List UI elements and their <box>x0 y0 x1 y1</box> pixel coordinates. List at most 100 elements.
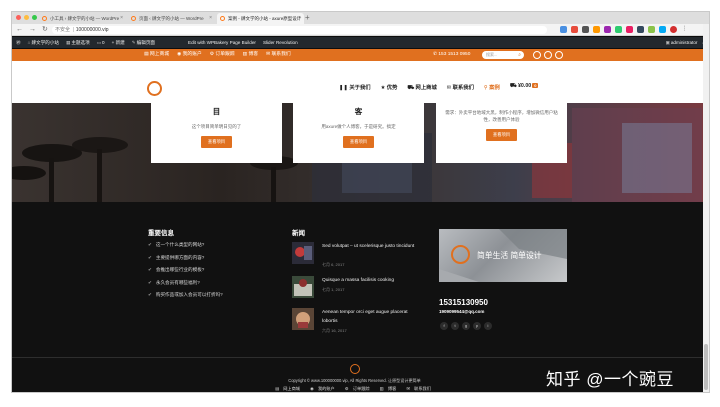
info-link[interactable]: ✔ 主要提供哪方面的内容? <box>148 255 223 268</box>
top-link-label: 博客 <box>248 52 259 57</box>
security-indicator[interactable]: 不安全 <box>55 27 70 33</box>
wechat-icon[interactable] <box>533 51 541 59</box>
view-project-button[interactable]: 查看项目 <box>200 136 233 148</box>
new-tab-button[interactable]: + <box>305 13 310 23</box>
bottom-link-contact[interactable]: ✉ 联系我们 <box>406 386 433 391</box>
bottom-link-account[interactable]: ◉ 我的账户 <box>310 386 338 391</box>
extension-icon[interactable] <box>560 26 567 33</box>
nav-item-cart[interactable]: ⛟ ¥0.00 0 <box>510 83 539 92</box>
info-link[interactable]: ✔ 购买作品或加入会员可以打折吗? <box>148 292 223 305</box>
search-icon[interactable]: ⌕ <box>518 51 521 59</box>
grid-icon: ▦ <box>65 40 71 45</box>
tab-label: 小工具 ‹ 肆文学的小站 — WordPre <box>50 16 120 21</box>
close-window-button[interactable] <box>16 15 21 20</box>
cart-icon: ⛟ <box>407 85 416 91</box>
reload-icon[interactable]: ↻ <box>42 25 48 35</box>
important-info-heading: 重要信息 <box>148 230 174 237</box>
view-project-button[interactable]: 查看项目 <box>342 136 375 148</box>
nav-item-label: 案例 <box>489 85 500 91</box>
browser-tab-widgets[interactable]: 小工具 ‹ 肆文学的小站 — WordPre × <box>39 13 126 24</box>
footer-logo[interactable] <box>350 364 360 374</box>
news-title[interactable]: Sed volutpat – ut scelerisque justo tinc… <box>322 242 422 251</box>
browser-tab-pages[interactable]: 页面 ‹ 肆文学的小站 — WordPre × <box>128 13 215 24</box>
minimize-window-button[interactable] <box>24 15 29 20</box>
top-link-orders[interactable]: ⚙ 订单跟踪 <box>210 49 235 61</box>
twitter-icon[interactable]: t <box>451 322 459 330</box>
menu-icon[interactable]: ⋮ <box>681 26 688 33</box>
nav-item-contact[interactable]: ✉ 联系我们 <box>447 83 474 92</box>
admin-user-link[interactable]: ▣administrator <box>666 37 698 48</box>
extension-icon[interactable] <box>615 26 622 33</box>
contact-phone: 15315130950 <box>439 298 488 307</box>
admin-wpbakery-link[interactable]: Edit with WPBakery Page Builder <box>188 37 256 48</box>
nav-item-advantages[interactable]: ★ 优势 <box>381 83 398 92</box>
extension-icon[interactable] <box>626 26 633 33</box>
profile-avatar[interactable] <box>670 26 677 33</box>
admin-theme-options-link[interactable]: ▦主题选项 <box>66 37 90 48</box>
important-info-list: ✔ 这一个什么类型的网站? ✔ 主要提供哪方面的内容? ✔ 会推出哪些行业的模板? ✔… <box>148 242 223 305</box>
top-search-input[interactable]: 搜索... ⌕ <box>482 51 524 59</box>
checkmark-icon: ✔ <box>148 254 152 260</box>
nav-item-cases[interactable]: ⚲ 案例 <box>484 83 500 92</box>
top-link-blog[interactable]: ▥ 博客 <box>243 49 258 61</box>
wp-logo-icon[interactable]: Ⓦ <box>16 37 21 48</box>
admin-new-link[interactable]: + 新建 <box>112 37 125 48</box>
admin-site-name: 肆文学的小站 <box>31 40 59 45</box>
page-scrollbar[interactable] <box>703 24 709 392</box>
top-link-account[interactable]: ◉ 我的账户 <box>177 49 202 61</box>
bottom-link-shop[interactable]: ▤ 网上商城 <box>275 386 303 391</box>
news-item[interactable]: Quisque a massa facilisis cooking 七月 1, … <box>292 276 432 300</box>
admin-comments-link[interactable]: ▭0 <box>97 37 105 48</box>
extension-icon[interactable] <box>637 26 644 33</box>
contact-email[interactable]: 1909099544@qq.com <box>439 309 484 314</box>
extension-icon[interactable] <box>571 26 578 33</box>
back-icon[interactable]: ← <box>16 25 23 35</box>
extension-icon[interactable] <box>604 26 611 33</box>
search-placeholder: 搜索... <box>486 52 498 57</box>
home-icon: ⌂ <box>27 40 31 45</box>
info-link[interactable]: ✔ 永久会员有哪些福利? <box>148 280 223 293</box>
view-project-button[interactable]: 查看项目 <box>485 129 518 141</box>
news-item[interactable]: Sed volutpat – ut scelerisque justo tinc… <box>292 242 432 272</box>
extension-icon[interactable] <box>593 26 600 33</box>
browser-tab-cases[interactable]: 案例 - 肆文学的小站 - axure原型设计 × <box>217 13 304 24</box>
pinterest-icon[interactable]: p <box>473 322 481 330</box>
facebook-icon[interactable]: f <box>440 322 448 330</box>
site-logo[interactable] <box>147 81 162 96</box>
extension-icon[interactable] <box>582 26 589 33</box>
maximize-window-button[interactable] <box>32 15 37 20</box>
info-link[interactable]: ✔ 会推出哪些行业的模板? <box>148 267 223 280</box>
news-heading: 新闻 <box>292 230 305 237</box>
weibo-icon[interactable] <box>544 51 552 59</box>
top-link-shop[interactable]: ▤ 网上商城 <box>144 49 169 61</box>
close-tab-icon[interactable]: × <box>209 15 212 21</box>
top-link-contact[interactable]: ✉ 联系我们 <box>266 49 291 61</box>
news-date: 七月 6, 2017 <box>322 262 345 267</box>
news-title[interactable]: Aenean tempor orci eget augue placerat l… <box>322 308 422 326</box>
bottom-link-orders[interactable]: ⚙ 订单跟踪 <box>345 386 373 391</box>
footer-social-icons: f t g p i <box>440 322 492 330</box>
extension-icon[interactable] <box>659 26 666 33</box>
scrollbar-thumb[interactable] <box>704 344 708 390</box>
promo-banner[interactable]: 简单生活 简单设计 <box>439 229 567 282</box>
nav-item-shop[interactable]: ⛟ 网上商城 <box>407 83 436 92</box>
instagram-icon[interactable]: i <box>484 322 492 330</box>
info-link[interactable]: ✔ 这一个什么类型的网站? <box>148 242 223 255</box>
google-plus-icon[interactable]: g <box>462 322 470 330</box>
forward-icon[interactable]: → <box>29 25 36 35</box>
news-item[interactable]: Aenean tempor orci eget augue placerat l… <box>292 308 432 334</box>
comments-count: 0 <box>102 40 105 45</box>
extension-icon[interactable] <box>648 26 655 33</box>
address-field[interactable]: 不安全 | 100000000.vip <box>52 26 547 34</box>
close-tab-icon[interactable]: × <box>120 15 123 21</box>
nav-item-about[interactable]: ❚❚ 关于我们 <box>339 83 371 92</box>
qq-icon[interactable] <box>555 51 563 59</box>
admin-site-link[interactable]: ⌂肆文学的小站 <box>28 37 59 48</box>
promo-logo <box>451 245 470 264</box>
news-title[interactable]: Quisque a massa facilisis cooking <box>322 276 422 285</box>
bottom-link-blog[interactable]: ▥ 博客 <box>380 386 400 391</box>
admin-slider-link[interactable]: Slider Revolution <box>263 37 298 48</box>
address-toolbar: ← → ↻ 不安全 | 100000000.vip ⋮ <box>12 24 709 36</box>
close-tab-icon[interactable]: × <box>298 15 301 21</box>
admin-edit-page-link[interactable]: ✎编辑页面 <box>132 37 155 48</box>
